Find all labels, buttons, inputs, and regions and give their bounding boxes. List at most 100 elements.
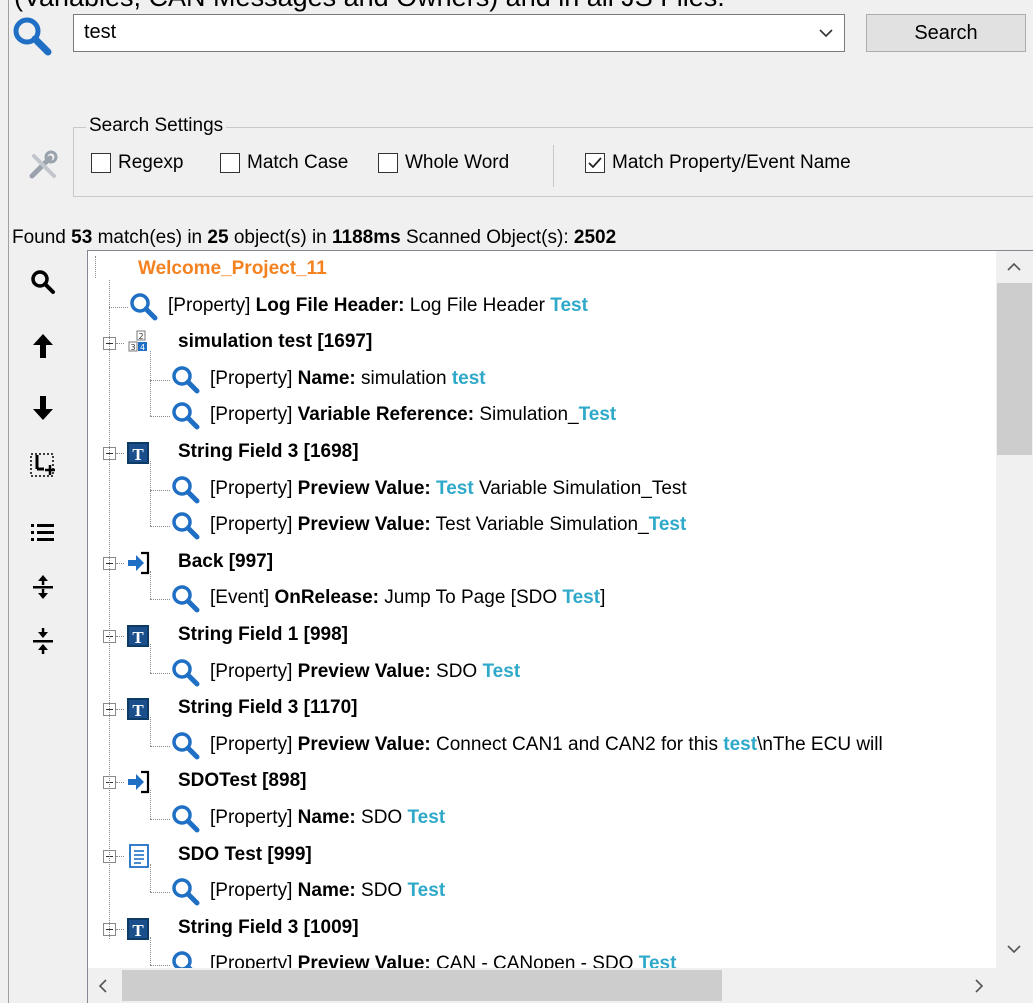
- search-result-row[interactable]: [Property] Preview Value: Test Variable …: [210, 514, 686, 536]
- tree-root-connector: [95, 256, 96, 278]
- found-mid2: object(s) in: [233, 227, 327, 248]
- search-result-row[interactable]: [Property] Name: simulation test: [210, 368, 486, 390]
- scroll-down-icon[interactable]: [1005, 942, 1023, 961]
- svg-text:T: T: [132, 921, 144, 940]
- search-result-row[interactable]: [Property] Name: SDO Test: [210, 880, 445, 902]
- tree-root-label[interactable]: Welcome_Project_11: [138, 258, 327, 280]
- tree-h-connector: [150, 489, 170, 491]
- scroll-left-icon[interactable]: [96, 977, 110, 1000]
- tree-h-connector: [116, 782, 124, 784]
- search-result-icon: [170, 474, 200, 504]
- result-property-name: Log File Header:: [255, 294, 405, 316]
- tree-v-connector: [150, 790, 151, 819]
- search-combobox[interactable]: test: [73, 14, 845, 52]
- tree-h-connector: [150, 599, 170, 601]
- vertical-scroll-thumb[interactable]: [997, 283, 1032, 455]
- expand-all-icon[interactable]: [28, 572, 58, 602]
- found-prefix: Found: [12, 227, 66, 248]
- result-match: Test: [550, 294, 588, 316]
- result-match: test: [723, 733, 758, 755]
- simulation-icon: 234: [125, 329, 153, 357]
- search-result-icon: [170, 583, 200, 613]
- tree-h-connector: [116, 928, 124, 930]
- scroll-up-icon[interactable]: [1005, 260, 1023, 279]
- result-text-before: Jump To Page [SDO: [384, 587, 558, 609]
- tree-v-connector: [150, 936, 151, 966]
- regexp-checkbox[interactable]: [91, 153, 111, 173]
- tree-h-connector: [150, 379, 170, 381]
- tree-h-connector: [116, 453, 124, 454]
- tree-v-connector: [150, 570, 151, 600]
- tree-object-label[interactable]: String Field 3 [1009]: [178, 917, 359, 939]
- svg-text:4: 4: [140, 343, 145, 352]
- tree-object-label[interactable]: Back [997]: [178, 551, 273, 573]
- list-icon[interactable]: [28, 517, 58, 547]
- search-button[interactable]: Search: [866, 14, 1026, 52]
- arrow-down-icon[interactable]: [28, 393, 58, 423]
- tree-h-connector: [150, 892, 170, 894]
- tree-h-connector: [116, 636, 124, 637]
- arrow-up-icon[interactable]: [28, 331, 58, 361]
- search-result-row[interactable]: [Property] Variable Reference: Simulatio…: [210, 404, 616, 426]
- search-result-row[interactable]: [Property] Name: SDO Test: [210, 807, 445, 829]
- tree-h-connector: [150, 672, 170, 674]
- match-property-label: Match Property/Event Name: [612, 152, 851, 173]
- match-count: 53: [71, 227, 93, 248]
- result-text-before: Simulation_: [479, 404, 579, 426]
- result-text-before: SDO: [436, 660, 478, 682]
- match-property-checkbox[interactable]: [585, 153, 605, 173]
- jump-icon: [125, 768, 153, 796]
- search-result-row[interactable]: [Property] Preview Value: SDO Test: [210, 661, 520, 683]
- search-result-row[interactable]: [Property] Preview Value: Test Variable …: [210, 478, 687, 500]
- tree-v-connector: [109, 280, 110, 939]
- result-kind: [Property]: [210, 514, 293, 536]
- tree-h-connector: [116, 562, 124, 564]
- horizontal-scroll-thumb[interactable]: [122, 970, 722, 1001]
- whole-word-checkbox[interactable]: [378, 153, 398, 173]
- tools-icon[interactable]: [26, 148, 60, 182]
- search-result-row[interactable]: [Property] Log File Header: Log File Hea…: [168, 295, 588, 317]
- svg-text:T: T: [132, 445, 144, 464]
- tree-object-label[interactable]: SDO Test [999]: [178, 844, 312, 866]
- result-property-name: Name:: [297, 807, 356, 828]
- search-result-row[interactable]: [Event] OnRelease: Jump To Page [SDO Tes…: [210, 587, 605, 609]
- result-match: Test: [578, 404, 617, 426]
- tree-object-label[interactable]: String Field 1 [998]: [178, 624, 348, 646]
- result-property-name: Preview Value:: [297, 514, 431, 536]
- chevron-down-icon[interactable]: [816, 23, 836, 43]
- result-property-name: Preview Value:: [297, 477, 431, 499]
- result-property-name: Name:: [297, 367, 356, 389]
- tree-object-label[interactable]: String Field 3 [1698]: [178, 441, 359, 463]
- tree-object-label[interactable]: simulation test [1697]: [178, 331, 372, 353]
- result-match: Test: [562, 587, 601, 609]
- string-field-icon: T: [125, 439, 153, 467]
- result-text-before: SDO: [361, 880, 403, 902]
- search-input-value: test: [84, 21, 117, 43]
- tree-v-connector: [150, 461, 151, 527]
- search-result-row[interactable]: [Property] Preview Value: Connect CAN1 a…: [210, 734, 883, 756]
- search-result-icon: [170, 657, 200, 687]
- search-settings-legend: Search Settings: [86, 115, 227, 137]
- collapse-all-icon[interactable]: [28, 626, 58, 656]
- result-property-name: OnRelease:: [274, 587, 379, 609]
- result-text-before: simulation: [361, 367, 447, 389]
- result-match: Test: [648, 514, 687, 536]
- tree-h-connector: [116, 343, 124, 345]
- scroll-right-icon[interactable]: [972, 977, 986, 1000]
- page-icon: [125, 842, 153, 870]
- tree-h-connector: [116, 855, 124, 857]
- result-kind: [Property]: [210, 660, 293, 682]
- search-result-icon: [170, 730, 200, 760]
- result-match: Test: [482, 660, 521, 682]
- select-add-icon[interactable]: [28, 451, 58, 481]
- tree-object-label[interactable]: SDOTest [898]: [178, 770, 306, 792]
- result-match: test: [451, 367, 486, 389]
- search-time: 1188ms: [332, 227, 401, 248]
- checkmark-icon: [588, 157, 602, 169]
- tree-object-label[interactable]: String Field 3 [1170]: [178, 697, 358, 719]
- tree-h-connector: [150, 526, 170, 528]
- scanned-count: 2502: [573, 227, 617, 248]
- search-result-icon: [170, 510, 200, 540]
- match-case-checkbox[interactable]: [220, 153, 240, 173]
- search-icon[interactable]: [28, 267, 58, 297]
